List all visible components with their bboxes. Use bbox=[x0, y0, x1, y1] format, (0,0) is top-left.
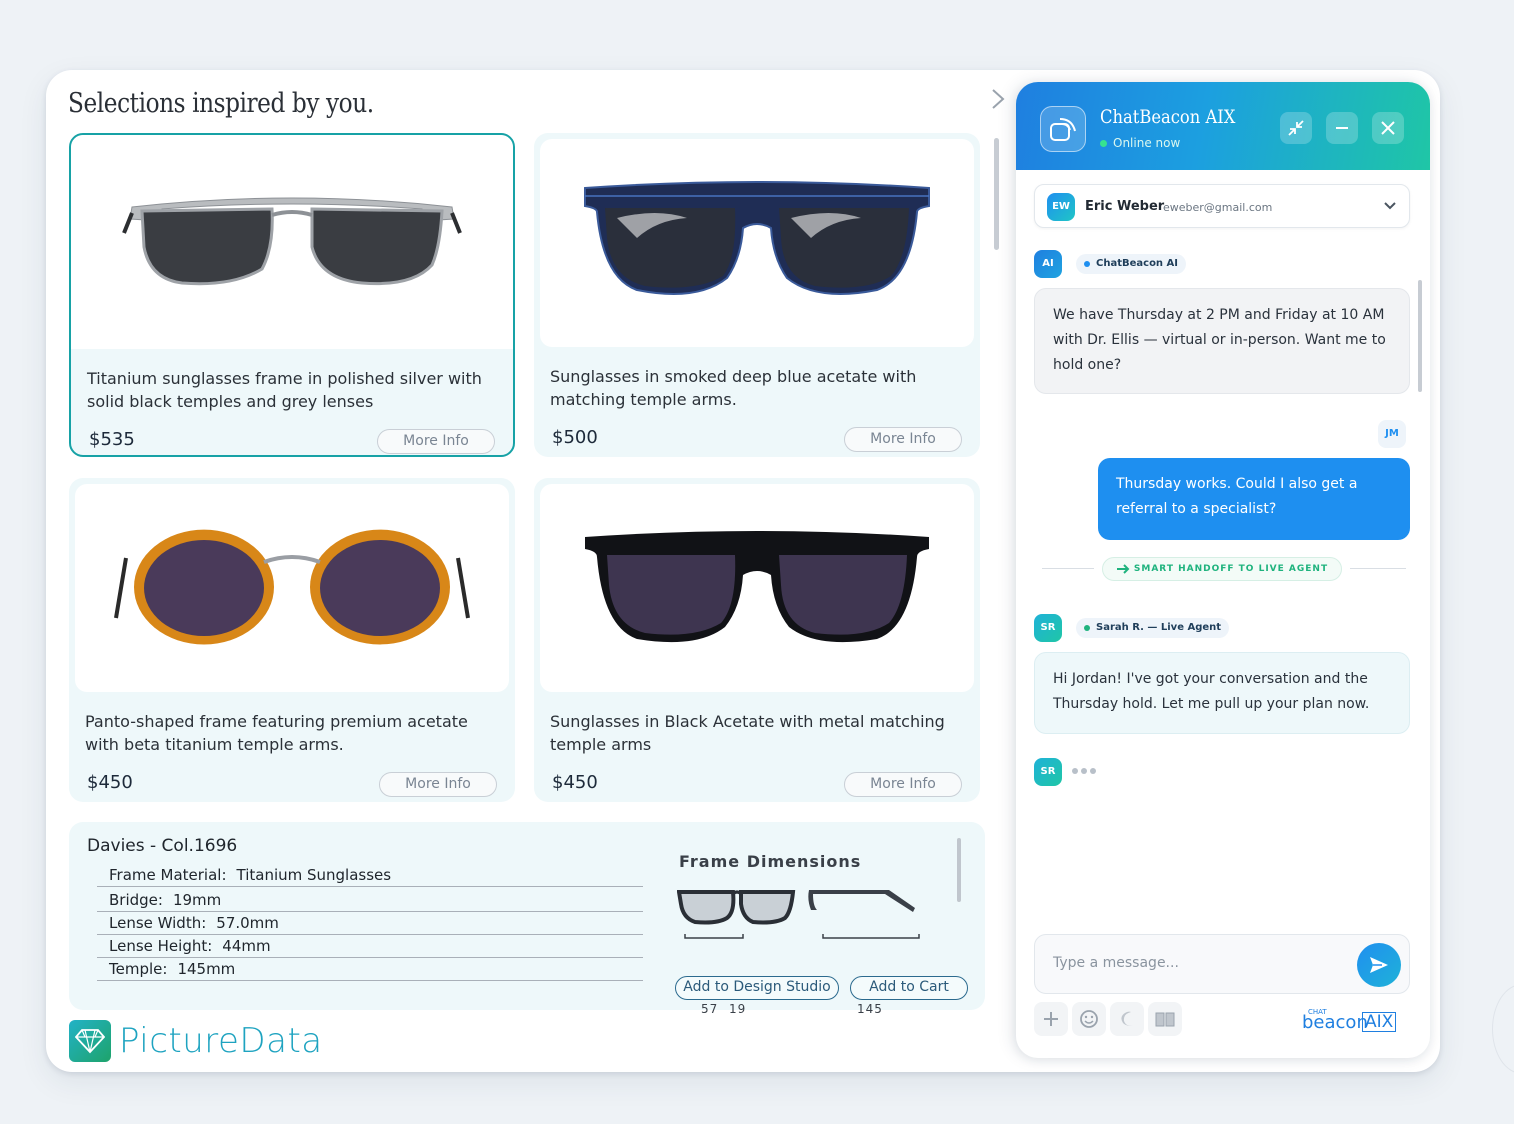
product-description: Panto-shaped frame featuring premium ace… bbox=[85, 712, 468, 754]
app-window: Selections inspired by you. Titanium sun… bbox=[46, 70, 1440, 1072]
product-image-2 bbox=[540, 139, 974, 347]
avatar: AI bbox=[1034, 250, 1062, 278]
close-icon[interactable] bbox=[1372, 112, 1404, 144]
product-description: Titanium sunglasses frame in polished si… bbox=[87, 369, 482, 411]
spec-row: Lense Width: 57.0mm bbox=[97, 912, 643, 935]
typing-indicator bbox=[1081, 768, 1087, 774]
message-placeholder: Type a message... bbox=[1053, 955, 1179, 971]
product-price: $450 bbox=[87, 772, 133, 793]
chat-scrollbar[interactable] bbox=[1418, 280, 1422, 392]
more-info-button[interactable]: More Info bbox=[844, 772, 962, 797]
chevron-down-icon[interactable] bbox=[1383, 201, 1397, 211]
user-name: Eric Weber bbox=[1085, 199, 1165, 214]
avatar: JM bbox=[1378, 420, 1406, 448]
dim-temple: 145 bbox=[857, 1002, 883, 1016]
product-card-2[interactable]: Sunglasses in smoked deep blue acetate w… bbox=[534, 133, 980, 457]
product-price: $450 bbox=[552, 772, 598, 793]
product-price: $500 bbox=[552, 427, 598, 448]
book-icon[interactable] bbox=[1148, 1002, 1182, 1036]
grid-scrollbar[interactable] bbox=[994, 138, 999, 250]
diamond-icon bbox=[69, 1020, 111, 1062]
frame-dimensions-diagram bbox=[677, 890, 920, 939]
emoji-icon[interactable] bbox=[1072, 1002, 1106, 1036]
avatar: SR bbox=[1034, 758, 1062, 786]
chevron-right-icon[interactable] bbox=[984, 84, 1012, 114]
dim-bridge: 19 bbox=[729, 1002, 747, 1016]
divider bbox=[1042, 568, 1094, 569]
more-info-button[interactable]: More Info bbox=[844, 427, 962, 452]
send-icon[interactable] bbox=[1357, 943, 1401, 987]
product-details-panel: Davies - Col.1696 Frame Material: Titaniu… bbox=[69, 822, 985, 1016]
details-scrollbar[interactable] bbox=[957, 838, 961, 902]
brand-name: PictureData bbox=[119, 1021, 323, 1061]
divider bbox=[1350, 568, 1406, 569]
handoff-badge: SMART HANDOFF TO LIVE AGENT bbox=[1102, 557, 1342, 581]
avatar: SR bbox=[1034, 614, 1062, 642]
add-to-cart-button[interactable]: Add to Cart bbox=[850, 976, 968, 1000]
plus-icon[interactable] bbox=[1034, 1002, 1068, 1036]
brand-logo: PictureData bbox=[69, 1020, 323, 1062]
sender-chip: Sarah R. — Live Agent bbox=[1076, 618, 1230, 638]
minimize-icon[interactable] bbox=[1326, 112, 1358, 144]
product-image-3 bbox=[75, 484, 509, 692]
online-dot bbox=[1100, 140, 1107, 147]
more-info-button[interactable]: More Info bbox=[377, 429, 495, 454]
frame-dimensions-title: Frame Dimensions bbox=[679, 852, 862, 871]
bot-signal-icon bbox=[1040, 106, 1086, 152]
product-image-4 bbox=[540, 484, 974, 692]
user-message: Thursday works. Could I also get a refer… bbox=[1098, 458, 1410, 540]
decorative-circle bbox=[1492, 984, 1514, 1074]
dim-lens-width: 57 bbox=[701, 1002, 719, 1016]
avatar: EW bbox=[1047, 193, 1075, 221]
product-description: Sunglasses in Black Acetate with metal m… bbox=[550, 712, 945, 754]
page-title: Selections inspired by you. bbox=[68, 88, 374, 119]
product-card-3[interactable]: Panto-shaped frame featuring premium ace… bbox=[69, 478, 515, 802]
message-input[interactable]: Type a message... bbox=[1034, 934, 1410, 994]
spec-row: Bridge: 19mm bbox=[97, 889, 643, 912]
chat-header: ChatBeacon AIX Online now bbox=[1016, 82, 1430, 170]
user-selector[interactable]: EW Eric Weber eweber@gmail.com bbox=[1034, 184, 1410, 228]
more-info-button[interactable]: More Info bbox=[379, 772, 497, 797]
typing-indicator bbox=[1072, 768, 1078, 774]
product-description: Sunglasses in smoked deep blue acetate w… bbox=[550, 367, 917, 409]
user-email: eweber@gmail.com bbox=[1163, 201, 1273, 214]
product-card-1[interactable]: Titanium sunglasses frame in polished si… bbox=[69, 133, 515, 457]
model-name: Davies - Col.1696 bbox=[87, 836, 238, 856]
agent-message: Hi Jordan! I've got your conversation an… bbox=[1034, 652, 1410, 734]
product-card-4[interactable]: Sunglasses in Black Acetate with metal m… bbox=[534, 478, 980, 802]
chat-status: Online now bbox=[1100, 136, 1180, 150]
bot-message: We have Thursday at 2 PM and Friday at 1… bbox=[1034, 288, 1410, 394]
chat-title: ChatBeacon AIX bbox=[1100, 106, 1236, 128]
spec-row: Temple: 145mm bbox=[97, 958, 643, 981]
typing-indicator bbox=[1090, 768, 1096, 774]
add-to-design-studio-button[interactable]: Add to Design Studio bbox=[675, 976, 839, 1000]
collapse-icon[interactable] bbox=[1280, 112, 1312, 144]
moon-icon[interactable] bbox=[1110, 1002, 1144, 1036]
spec-row: Lense Height: 44mm bbox=[97, 935, 643, 958]
arrow-right-icon bbox=[1116, 563, 1130, 574]
sender-chip: ChatBeacon AI bbox=[1076, 254, 1186, 274]
spec-row: Frame Material: Titanium Sunglasses bbox=[97, 864, 643, 887]
chat-panel: ChatBeacon AIX Online now EW Eric Weber … bbox=[1016, 82, 1430, 1058]
product-image-1 bbox=[71, 135, 513, 349]
product-price: $535 bbox=[89, 429, 135, 450]
